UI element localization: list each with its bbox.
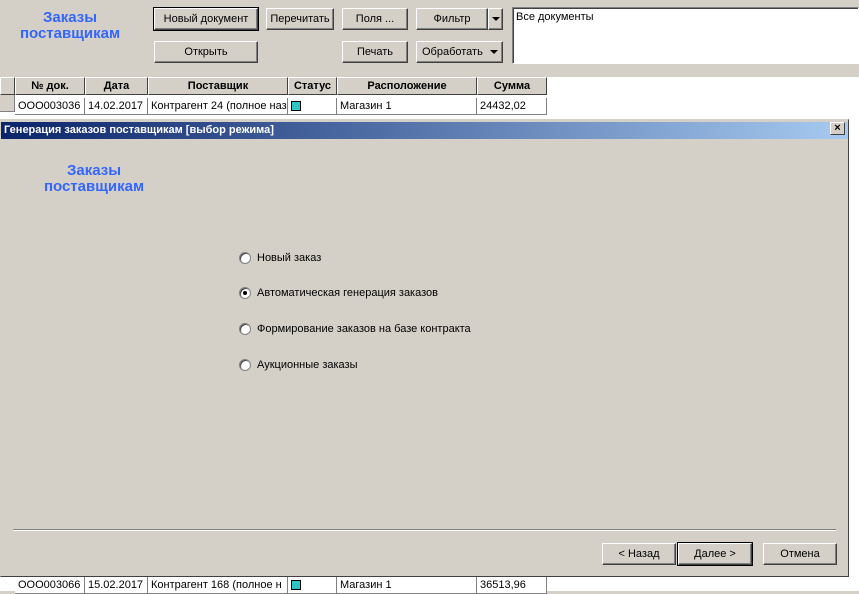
next-button[interactable]: Далее > <box>677 542 753 566</box>
grid-header-corner <box>0 77 15 95</box>
dialog-heading-line2: поставщикам <box>43 178 145 195</box>
status-icon <box>291 580 301 590</box>
option-label: Формирование заказов на базе контракта <box>257 323 471 335</box>
app-title-line2: поставщикам <box>19 25 121 42</box>
table-cell-sum[interactable]: 36513,96 <box>477 577 547 594</box>
dialog-heading: Заказы поставщикам <box>34 163 154 195</box>
option-label: Новый заказ <box>257 252 322 264</box>
print-button[interactable]: Печать <box>342 41 408 63</box>
col-header-status[interactable]: Статус <box>288 77 337 95</box>
filter-button[interactable]: Фильтр <box>416 8 488 30</box>
table-cell-date[interactable]: 14.02.2017 <box>85 98 148 115</box>
table-cell-supplier[interactable]: Контрагент 24 (полное наз <box>148 98 288 115</box>
col-header-date[interactable]: Дата <box>85 77 148 95</box>
open-button[interactable]: Открыть <box>154 41 258 63</box>
back-button[interactable]: < Назад <box>602 543 676 565</box>
option-contract-based[interactable]: Формирование заказов на базе контракта <box>239 322 471 336</box>
dialog-separator <box>13 529 836 531</box>
filter-description-text: Все документы <box>516 11 594 23</box>
option-label: Аукционные заказы <box>257 359 358 371</box>
chevron-down-icon <box>489 50 498 54</box>
dialog-heading-line1: Заказы <box>66 162 122 179</box>
radio-button-checked[interactable] <box>239 287 251 299</box>
filter-dropdown-button[interactable] <box>488 8 503 30</box>
table-cell-num[interactable]: ООО003036 <box>15 98 85 115</box>
table-cell-num[interactable]: ООО003066 <box>15 577 85 594</box>
app-title-line1: Заказы <box>42 9 98 26</box>
cancel-button[interactable]: Отмена <box>763 543 837 565</box>
filter-description-box: Все документы <box>512 7 859 64</box>
table-cell-date[interactable]: 15.02.2017 <box>85 577 148 594</box>
mode-selection-dialog: Генерация заказов поставщикам [выбор реж… <box>0 119 849 577</box>
radio-button[interactable] <box>239 323 251 335</box>
process-button-label: Обработать <box>422 46 483 58</box>
app-title: Заказы поставщикам <box>10 10 130 42</box>
option-auction[interactable]: Аукционные заказы <box>239 358 357 372</box>
table-cell-status[interactable] <box>288 577 337 594</box>
col-header-sum[interactable]: Сумма <box>477 77 547 95</box>
close-icon[interactable]: × <box>830 122 845 135</box>
table-cell-location[interactable]: Магазин 1 <box>337 98 477 115</box>
table-cell-supplier[interactable]: Контрагент 168 (полное н <box>148 577 288 594</box>
table-cell-location[interactable]: Магазин 1 <box>337 577 477 594</box>
dialog-title: Генерация заказов поставщикам [выбор реж… <box>4 124 274 136</box>
radio-button[interactable] <box>239 252 251 264</box>
process-button[interactable]: Обработать <box>416 41 503 63</box>
row-indicator[interactable] <box>0 95 15 112</box>
option-auto-generation[interactable]: Автоматическая генерация заказов <box>239 286 438 300</box>
col-header-num[interactable]: № док. <box>15 77 85 95</box>
table-cell-sum[interactable]: 24432,02 <box>477 98 547 115</box>
recalc-button[interactable]: Перечитать <box>266 8 334 30</box>
option-label: Автоматическая генерация заказов <box>257 287 438 299</box>
col-header-location[interactable]: Расположение <box>337 77 477 95</box>
dialog-title-bar[interactable]: Генерация заказов поставщикам [выбор реж… <box>1 122 848 139</box>
table-cell-status[interactable] <box>288 98 337 115</box>
fields-button[interactable]: Поля ... <box>342 8 408 30</box>
col-header-supplier[interactable]: Поставщик <box>148 77 288 95</box>
status-icon <box>291 101 301 111</box>
option-new-order[interactable]: Новый заказ <box>239 251 321 265</box>
new-document-button[interactable]: Новый документ <box>153 7 259 31</box>
chevron-down-icon <box>491 17 500 21</box>
radio-button[interactable] <box>239 359 251 371</box>
